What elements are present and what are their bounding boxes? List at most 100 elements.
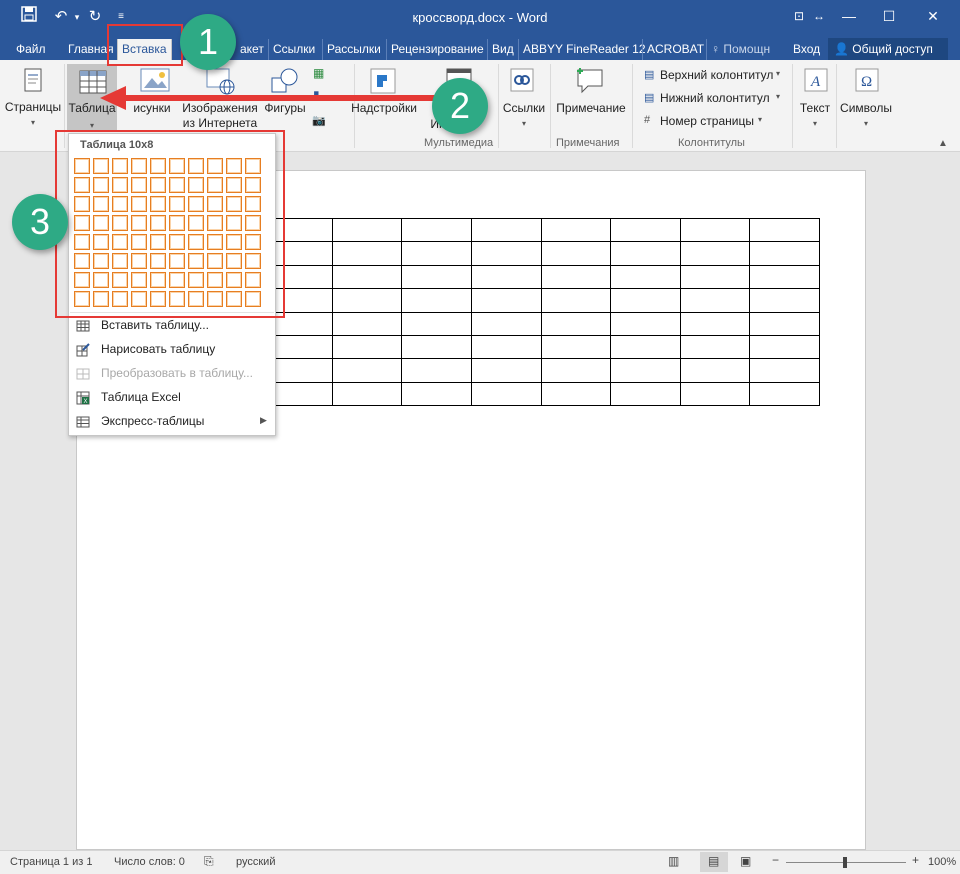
word-count[interactable]: Число слов: 0 bbox=[114, 856, 185, 868]
proofing-icon[interactable]: ⎘ bbox=[204, 854, 214, 869]
share-button[interactable]: 👤 Общий доступ bbox=[828, 38, 948, 60]
table-cell[interactable] bbox=[610, 264, 681, 290]
table-cell[interactable] bbox=[749, 358, 820, 383]
table-cell[interactable] bbox=[749, 241, 820, 266]
table-cell[interactable] bbox=[679, 334, 751, 360]
table-cell[interactable] bbox=[470, 358, 542, 383]
table-cell[interactable] bbox=[401, 358, 472, 383]
table-cell[interactable] bbox=[540, 241, 612, 266]
table-cell[interactable] bbox=[610, 358, 681, 383]
table-row[interactable] bbox=[262, 381, 820, 407]
tab-review[interactable]: Рецензирование bbox=[386, 39, 488, 60]
table-cell[interactable] bbox=[679, 381, 751, 407]
table-cell[interactable] bbox=[749, 288, 820, 313]
table-cell[interactable] bbox=[470, 288, 542, 313]
table-cell[interactable] bbox=[679, 264, 751, 290]
table-cell[interactable] bbox=[331, 264, 403, 290]
table-row[interactable] bbox=[262, 217, 820, 243]
tab-layout[interactable]: акет bbox=[236, 39, 268, 60]
document-table[interactable] bbox=[262, 217, 820, 407]
collapse-ribbon-icon[interactable]: ▲ bbox=[938, 138, 948, 149]
links-button[interactable]: Ссылки ▾ bbox=[498, 101, 550, 131]
table-cell[interactable] bbox=[401, 217, 472, 243]
close-button[interactable]: ✕ bbox=[918, 4, 948, 28]
table-row[interactable] bbox=[262, 334, 820, 360]
table-row[interactable] bbox=[262, 311, 820, 336]
table-cell[interactable] bbox=[470, 334, 542, 360]
table-cell[interactable] bbox=[331, 217, 403, 243]
table-cell[interactable] bbox=[679, 358, 751, 383]
screenshot-icon[interactable]: 📷 bbox=[312, 114, 326, 127]
web-layout-icon[interactable]: ▣ bbox=[740, 854, 751, 868]
zoom-out-icon[interactable]: − bbox=[772, 853, 779, 867]
symbols-button[interactable]: Символы ▾ bbox=[836, 101, 896, 131]
table-cell[interactable] bbox=[540, 381, 612, 407]
minimize-button[interactable]: — bbox=[834, 4, 864, 28]
comment-button[interactable]: Примечание bbox=[552, 101, 630, 116]
table-cell[interactable] bbox=[470, 311, 542, 336]
language[interactable]: русский bbox=[236, 856, 275, 868]
table-cell[interactable] bbox=[401, 334, 472, 360]
table-cell[interactable] bbox=[749, 264, 820, 290]
page-number-button[interactable]: # Номер страницы ▾ bbox=[644, 112, 794, 130]
table-cell[interactable] bbox=[679, 217, 751, 243]
login-link[interactable]: Вход bbox=[789, 39, 824, 60]
table-cell[interactable] bbox=[679, 311, 751, 336]
table-cell[interactable] bbox=[610, 334, 681, 360]
tab-acrobat[interactable]: ACROBAT bbox=[642, 39, 708, 60]
table-cell[interactable] bbox=[331, 311, 403, 336]
table-cell[interactable] bbox=[401, 288, 472, 313]
table-cell[interactable] bbox=[401, 264, 472, 290]
table-cell[interactable] bbox=[610, 217, 681, 243]
table-cell[interactable] bbox=[331, 358, 403, 383]
tab-view[interactable]: Вид bbox=[487, 39, 518, 60]
table-cell[interactable] bbox=[749, 217, 820, 243]
table-cell[interactable] bbox=[470, 381, 542, 407]
tab-mailings[interactable]: Рассылки bbox=[322, 39, 385, 60]
menu-item-draw-table[interactable]: Нарисовать таблицу bbox=[70, 338, 274, 362]
page-count[interactable]: Страница 1 из 1 bbox=[10, 856, 92, 868]
table-cell[interactable] bbox=[749, 334, 820, 360]
table-cell[interactable] bbox=[401, 381, 472, 407]
read-mode-icon[interactable]: ▥ bbox=[668, 854, 679, 868]
table-cell[interactable] bbox=[331, 334, 403, 360]
maximize-button[interactable]: ☐ bbox=[874, 4, 904, 28]
text-button[interactable]: Текст ▾ bbox=[794, 101, 836, 131]
table-cell[interactable] bbox=[540, 217, 612, 243]
menu-item-excel-table[interactable]: X Таблица Excel bbox=[70, 386, 274, 410]
table-cell[interactable] bbox=[679, 288, 751, 313]
table-cell[interactable] bbox=[401, 241, 472, 266]
table-cell[interactable] bbox=[540, 264, 612, 290]
menu-item-quick-tables[interactable]: Экспресс-таблицы ▶ bbox=[70, 410, 274, 434]
table-cell[interactable] bbox=[610, 311, 681, 336]
table-cell[interactable] bbox=[331, 241, 403, 266]
tab-abbyy[interactable]: ABBYY FineReader 12 bbox=[518, 39, 650, 60]
table-cell[interactable] bbox=[610, 241, 681, 266]
table-cell[interactable] bbox=[679, 241, 751, 266]
table-cell[interactable] bbox=[540, 358, 612, 383]
table-cell[interactable] bbox=[470, 217, 542, 243]
pages-button[interactable]: Страницы ▾ bbox=[2, 100, 64, 130]
table-cell[interactable] bbox=[749, 381, 820, 407]
table-cell[interactable] bbox=[331, 288, 403, 313]
zoom-in-icon[interactable]: + bbox=[912, 853, 919, 867]
table-cell[interactable] bbox=[331, 381, 403, 407]
table-cell[interactable] bbox=[540, 288, 612, 313]
table-cell[interactable] bbox=[470, 241, 542, 266]
table-row[interactable] bbox=[262, 264, 820, 290]
tab-help[interactable]: ♀ Помощн bbox=[706, 39, 774, 60]
table-cell[interactable] bbox=[540, 334, 612, 360]
zoom-level[interactable]: 100% bbox=[928, 856, 956, 868]
zoom-slider-thumb[interactable] bbox=[843, 857, 847, 868]
footer-button[interactable]: ▤ Нижний колонтитул ▾ bbox=[644, 89, 794, 107]
resize-icon[interactable]: ↔ bbox=[804, 4, 834, 28]
table-row[interactable] bbox=[262, 288, 820, 313]
tab-references[interactable]: Ссылки bbox=[268, 39, 319, 60]
table-row[interactable] bbox=[262, 358, 820, 383]
table-row[interactable] bbox=[262, 241, 820, 266]
table-cell[interactable] bbox=[401, 311, 472, 336]
tab-file[interactable]: Файл bbox=[12, 39, 50, 60]
table-cell[interactable] bbox=[540, 311, 612, 336]
table-cell[interactable] bbox=[749, 311, 820, 336]
table-cell[interactable] bbox=[470, 264, 542, 290]
